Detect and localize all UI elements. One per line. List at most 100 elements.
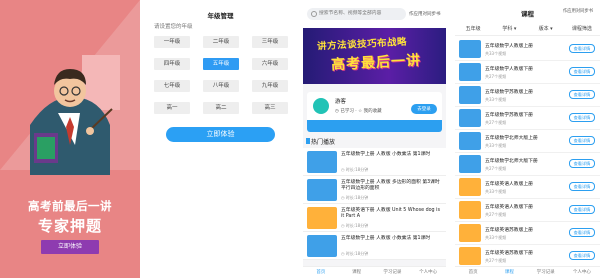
grade-option[interactable]: 七年级 — [154, 80, 190, 92]
view-details-button[interactable]: 查看详情 — [569, 44, 595, 53]
course-title: 五年级数学上册 人教版 小数乘法 第1课时 — [341, 236, 431, 241]
course-title: 五年级数学上册 人教版 多边形的面积 第3课时 平行四边形的面积 — [341, 180, 440, 191]
course-meta: 共33个视频 — [485, 143, 507, 148]
grade-option[interactable]: 四年级 — [154, 58, 190, 70]
grade-option-selected[interactable]: 五年级 — [203, 58, 239, 70]
view-details-button[interactable]: 查看详情 — [569, 182, 595, 191]
list-item[interactable]: 五年级英语下册 人教版 Unit 5 Whose dog is it Part … — [303, 204, 446, 232]
splash-subtitle: 专家押题 — [37, 217, 102, 235]
grade-option[interactable]: 高三 — [252, 102, 288, 114]
courses-screen: 课程 作应用对同步书 五年级 学科 ▾ 版本 ▾ 课程筛选 五年级数学人教版上册… — [455, 0, 600, 278]
filter-subject[interactable]: 学科 ▾ — [491, 22, 527, 35]
course-thumbnail — [459, 40, 481, 58]
course-title: 五年级英语人教版下册 — [485, 205, 533, 210]
course-list: 五年级数学人教版上册 共33个视频 查看详情 五年级数学人教版下册 共27个视频 查看详… — [455, 38, 600, 268]
list-item[interactable]: 五年级英语苏教版下册 共27个视频 查看详情 — [455, 245, 600, 268]
course-meta: ◷ 时长:18分钟 — [341, 167, 369, 172]
user-name: 游客 — [335, 99, 347, 105]
course-title: 五年级数学苏教版下册 — [485, 113, 533, 118]
course-meta: 共33个视频 — [485, 235, 507, 240]
list-item[interactable]: 五年级数学北师大版上册 共33个视频 查看详情 — [455, 130, 600, 153]
course-meta: 共27个视频 — [485, 166, 507, 171]
splash-screen: 高考前最后一讲 专家押题 立即体验 — [0, 0, 140, 278]
teacher-illustration — [30, 55, 120, 175]
course-thumbnail — [307, 207, 337, 229]
tab-courses[interactable]: 课程 — [339, 267, 375, 278]
list-item[interactable]: 五年级数学北师大版下册 共27个视频 查看详情 — [455, 153, 600, 176]
login-button[interactable]: 去登录 — [411, 104, 437, 114]
view-details-button[interactable]: 查看详情 — [569, 90, 595, 99]
try-now-button[interactable]: 立即体验 — [41, 240, 99, 254]
tab-profile[interactable]: 个人中心 — [410, 267, 446, 278]
submit-button[interactable]: 立即体验 — [166, 127, 275, 142]
course-thumbnail — [307, 179, 337, 201]
list-item[interactable]: 五年级数学上册 人教版 小数乘法 第1课时 ◷ 时长:18分钟 — [303, 232, 446, 260]
view-details-button[interactable]: 查看详情 — [569, 251, 595, 260]
course-title: 五年级数学北师大版下册 — [485, 159, 538, 164]
filter-courses[interactable]: 课程筛选 — [564, 22, 600, 35]
grade-option[interactable]: 高二 — [203, 102, 239, 114]
top-link[interactable]: 作应用对同步书 — [409, 11, 441, 17]
view-details-button[interactable]: 查看详情 — [569, 67, 595, 76]
course-meta: 共33个视频 — [485, 97, 507, 102]
course-title: 五年级数学人教版上册 — [485, 44, 533, 49]
grade-option[interactable]: 九年级 — [252, 80, 288, 92]
list-item[interactable]: 五年级英语人教版上册 共33个视频 查看详情 — [455, 176, 600, 199]
list-item[interactable]: 五年级数学苏教版下册 共27个视频 查看详情 — [455, 107, 600, 130]
tab-home[interactable]: 首页 — [303, 267, 339, 278]
tab-home[interactable]: 首页 — [455, 267, 491, 278]
promo-banner[interactable]: 讲方法谈技巧布战略 高考最后一讲 — [303, 28, 446, 84]
course-list: 五年级数学上册 人教版 小数乘法 第1课时 ◷ 时长:18分钟 五年级数学上册 … — [303, 148, 446, 260]
list-item[interactable]: 五年级数学人教版上册 共33个视频 查看详情 — [455, 38, 600, 61]
list-item[interactable]: 五年级数学苏教版上册 共33个视频 查看详情 — [455, 84, 600, 107]
tab-history[interactable]: 学习记录 — [375, 267, 411, 278]
course-meta: ◷ 时长:18分钟 — [341, 223, 369, 228]
search-input[interactable] — [307, 8, 406, 20]
view-details-button[interactable]: 查看详情 — [569, 159, 595, 168]
view-details-button[interactable]: 查看详情 — [569, 113, 595, 122]
filter-edition[interactable]: 版本 ▾ — [528, 22, 564, 35]
course-title: 五年级数学北师大版上册 — [485, 136, 538, 141]
splash-title: 高考前最后一讲 — [28, 199, 112, 213]
section-icon — [306, 138, 310, 144]
top-link[interactable]: 作应用对同步书 — [563, 8, 593, 14]
course-thumbnail — [459, 155, 481, 173]
page-indicator — [59, 269, 80, 278]
tab-profile[interactable]: 个人中心 — [564, 267, 600, 278]
filter-bar: 五年级 学科 ▾ 版本 ▾ 课程筛选 — [455, 22, 600, 36]
course-title: 五年级英语苏教版下册 — [485, 251, 533, 256]
course-title: 五年级英语人教版上册 — [485, 182, 533, 187]
list-item[interactable]: 五年级数学上册 人教版 小数乘法 第1课时 ◷ 时长:18分钟 — [303, 148, 446, 176]
course-title: 五年级数学人教版下册 — [485, 67, 533, 72]
course-meta: 共33个视频 — [485, 51, 507, 56]
grade-option[interactable]: 三年级 — [252, 36, 288, 48]
course-meta: 共27个视频 — [485, 74, 507, 79]
grade-option[interactable]: 高一 — [154, 102, 190, 114]
view-details-button[interactable]: 查看详情 — [569, 136, 595, 145]
grade-screen: 年级管理 请设置您的年级 一年级 二年级 三年级 四年级 五年级 六年级 七年级… — [150, 0, 291, 278]
list-item[interactable]: 五年级英语苏教版上册 共33个视频 查看详情 — [455, 222, 600, 245]
search-icon — [311, 11, 317, 17]
course-thumbnail — [459, 247, 481, 265]
course-meta: 共27个视频 — [485, 258, 507, 263]
course-title: 五年级英语苏教版上册 — [485, 228, 533, 233]
view-details-button[interactable]: 查看详情 — [569, 205, 595, 214]
course-meta: ◷ 时长:18分钟 — [341, 195, 369, 200]
course-thumbnail — [459, 109, 481, 127]
tab-courses[interactable]: 课程 — [491, 267, 527, 278]
filter-grade[interactable]: 五年级 — [455, 22, 491, 35]
avatar[interactable] — [313, 98, 329, 114]
grade-option[interactable]: 六年级 — [252, 58, 288, 70]
grade-option[interactable]: 二年级 — [203, 36, 239, 48]
course-title: 五年级数学上册 人教版 小数乘法 第1课时 — [341, 152, 431, 157]
list-item[interactable]: 五年级数学上册 人教版 多边形的面积 第3课时 平行四边形的面积 ◷ 时长:18… — [303, 176, 446, 204]
grade-option[interactable]: 八年级 — [203, 80, 239, 92]
banner-line-1: 讲方法谈技巧布战略 — [316, 36, 408, 53]
list-item[interactable]: 五年级数学人教版下册 共27个视频 查看详情 — [455, 61, 600, 84]
list-item[interactable]: 五年级英语人教版下册 共27个视频 查看详情 — [455, 199, 600, 222]
view-details-button[interactable]: 查看详情 — [569, 228, 595, 237]
course-thumbnail — [307, 235, 337, 257]
grade-option[interactable]: 一年级 — [154, 36, 190, 48]
course-thumbnail — [459, 178, 481, 196]
tab-history[interactable]: 学习记录 — [528, 267, 564, 278]
